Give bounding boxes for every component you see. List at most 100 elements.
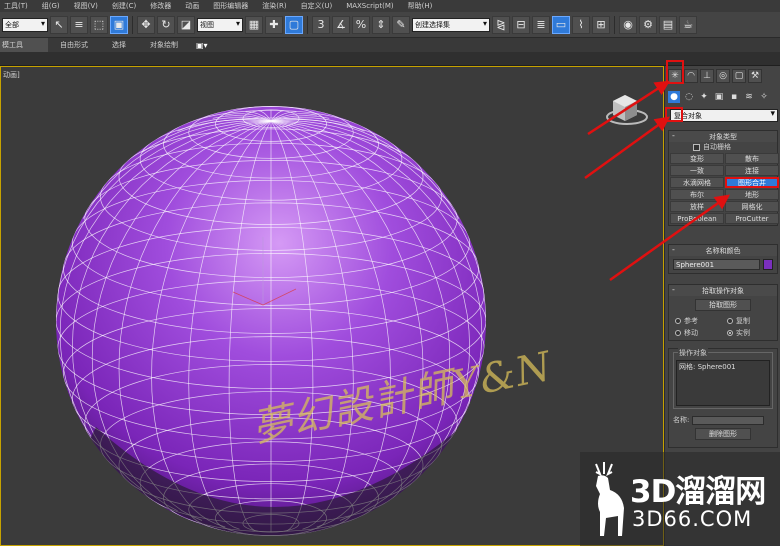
selection-filter-dropdown[interactable]: 全部 (2, 17, 48, 32)
curve-editor-icon[interactable]: ⌇ (572, 15, 590, 34)
name-color-header[interactable]: - 名称和颜色 (669, 245, 777, 256)
modify-icon[interactable]: ◠ (684, 69, 698, 83)
menu-animation[interactable]: 动画 (179, 1, 207, 11)
terrain-button[interactable]: 地形 (725, 189, 779, 200)
conform-button[interactable]: 一致 (670, 165, 724, 176)
blobmesh-button[interactable]: 水滴网格 (670, 177, 724, 188)
operands-list[interactable]: 网格: Sphere001 (676, 360, 770, 406)
snap-icon[interactable]: 3 (312, 15, 330, 34)
morph-button[interactable]: 变形 (670, 153, 724, 164)
object-category-dropdown[interactable]: 复合对象 (670, 109, 778, 122)
ribbon-tab-freeform[interactable]: 自由形式 (48, 38, 100, 52)
ribbon-tab-modeling[interactable]: 模工具 (0, 38, 48, 52)
geometry-icon[interactable]: ● (668, 91, 680, 103)
systems-icon[interactable]: ✧ (758, 91, 770, 103)
render-icon[interactable]: ☕ (679, 15, 697, 34)
radio-copy-dot[interactable] (727, 318, 733, 324)
render-setup-icon[interactable]: ⚙ (639, 15, 657, 34)
menu-group[interactable]: 组(G) (36, 1, 68, 11)
layer-icon[interactable]: ≣ (532, 15, 550, 34)
pivot-icon[interactable]: ▦ (245, 15, 263, 34)
menu-create[interactable]: 创建(C) (106, 1, 144, 11)
ribbon-tab-object-paint[interactable]: 对象绘制 (138, 38, 190, 52)
material-editor-icon[interactable]: ◉ (619, 15, 637, 34)
menu-views[interactable]: 视图(V) (68, 1, 106, 11)
radio-move-label: 移动 (684, 329, 698, 337)
cameras-icon[interactable]: ▣ (713, 91, 725, 103)
object-type-header[interactable]: - 对象类型 (669, 131, 777, 142)
radio-move-dot[interactable] (675, 330, 681, 336)
shapemerge-button[interactable]: 图形合并 (725, 177, 779, 188)
keyboard-shortcut-override-icon[interactable]: ▢ (285, 15, 303, 34)
rotate-icon[interactable]: ↻ (157, 15, 175, 34)
menu-modifiers[interactable]: 修改器 (144, 1, 179, 11)
utilities-icon[interactable]: ⚒ (748, 69, 762, 83)
radio-copy[interactable]: 复制 (727, 316, 779, 326)
window-crossing-icon[interactable]: ▣ (110, 15, 128, 34)
proboolean-button[interactable]: ProBoolean (670, 213, 724, 224)
helpers-icon[interactable]: ▪ (728, 91, 740, 103)
delete-shape-button[interactable]: 删除图形 (695, 428, 751, 440)
radio-reference-label: 参考 (684, 317, 698, 325)
radio-move[interactable]: 移动 (675, 328, 727, 338)
radio-instance-label: 实例 (736, 329, 750, 337)
rect-select-icon[interactable]: ⬚ (90, 15, 108, 34)
menu-rendering[interactable]: 渲染(R) (256, 1, 294, 11)
lights-icon[interactable]: ✦ (698, 91, 710, 103)
radio-instance-dot[interactable] (727, 330, 733, 336)
select-object-icon[interactable]: ↖ (50, 15, 68, 34)
pick-operand-header[interactable]: - 拾取操作对象 (669, 285, 777, 296)
ribbon-dropdown-icon[interactable]: ▣▾ (190, 41, 208, 50)
operand-name-field[interactable] (692, 415, 765, 425)
autogrid-checkbox-row[interactable]: 自动栅格 (669, 142, 777, 152)
schematic-icon[interactable]: ⊞ (592, 15, 610, 34)
sphere-object[interactable] (1, 67, 663, 545)
viewcube-icon[interactable] (601, 87, 651, 131)
procutter-button[interactable]: ProCutter (725, 213, 779, 224)
angle-snap-icon[interactable]: ∡ (332, 15, 350, 34)
hierarchy-icon[interactable]: ⊥ (700, 69, 714, 83)
connect-button[interactable]: 连接 (725, 165, 779, 176)
named-selection-dropdown[interactable]: 创建选择集 (412, 17, 490, 32)
radio-reference[interactable]: 参考 (675, 316, 727, 326)
spacewarps-icon[interactable]: ≋ (743, 91, 755, 103)
autogrid-checkbox[interactable] (693, 143, 700, 151)
logo-text-primary: 3D溜溜网 (630, 474, 766, 510)
reference-coord-value: 视图 (200, 20, 214, 29)
select-manipulate-icon[interactable]: ✚ (265, 15, 283, 34)
menu-help[interactable]: 帮助(H) (402, 1, 441, 11)
motion-icon[interactable]: ◎ (716, 69, 730, 83)
mirror-icon[interactable]: ⧎ (492, 15, 510, 34)
menu-graph-editors[interactable]: 图形编辑器 (207, 1, 256, 11)
align-icon[interactable]: ⊟ (512, 15, 530, 34)
menu-customize[interactable]: 自定义(U) (295, 1, 341, 11)
perspective-viewport[interactable]: 动画] 夢幻設計師Y&N (0, 66, 664, 546)
spinner-snap-icon[interactable]: ⇕ (372, 15, 390, 34)
edit-named-sel-icon[interactable]: ✎ (392, 15, 410, 34)
mesher-button[interactable]: 网格化 (725, 201, 779, 212)
move-icon[interactable]: ✥ (137, 15, 155, 34)
percent-snap-icon[interactable]: % (352, 15, 370, 34)
shapes-icon[interactable]: ◌ (683, 91, 695, 103)
menu-maxscript[interactable]: MAXScript(M) (340, 2, 401, 10)
select-by-name-icon[interactable]: ≡ (70, 15, 88, 34)
rendered-frame-icon[interactable]: ▤ (659, 15, 677, 34)
radio-instance[interactable]: 实例 (727, 328, 779, 338)
object-name-field[interactable]: Sphere001 (673, 259, 761, 270)
name-color-title: 名称和颜色 (705, 246, 741, 255)
reference-coord-dropdown[interactable]: 视图 (197, 17, 243, 32)
scale-icon[interactable]: ◪ (177, 15, 195, 34)
loft-button[interactable]: 放样 (670, 201, 724, 212)
scatter-button[interactable]: 散布 (725, 153, 779, 164)
operand-list-item[interactable]: 网格: Sphere001 (679, 363, 736, 371)
operand-name-label: 名称: (673, 416, 690, 424)
ribbon-tab-selection[interactable]: 选择 (100, 38, 138, 52)
radio-reference-dot[interactable] (675, 318, 681, 324)
display-icon[interactable]: ▢ (732, 69, 746, 83)
pick-shape-button[interactable]: 拾取图形 (695, 299, 751, 311)
boolean-button[interactable]: 布尔 (670, 189, 724, 200)
menu-tools[interactable]: 工具(T) (0, 1, 36, 11)
object-color-swatch[interactable] (763, 259, 773, 270)
pick-operand-rollout: - 拾取操作对象 拾取图形 参考 复制 移动 实例 (668, 284, 778, 341)
ribbon-icon[interactable]: ▭ (552, 15, 570, 34)
